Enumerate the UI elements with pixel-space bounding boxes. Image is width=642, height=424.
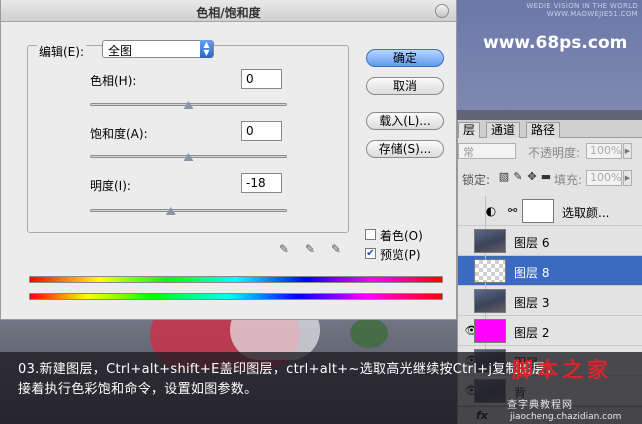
watermark-line-2: WWW.MAOWEJIE51.COM [546,10,638,18]
preview-label: 预览(P) [380,248,421,262]
lock-brush-icon[interactable]: ✎ [512,171,524,183]
layer-row-selected[interactable]: 图层 8 [458,256,642,286]
leaf [350,318,388,348]
opacity-input[interactable]: 100% [586,143,622,159]
eyedropper-plus-icon[interactable]: ✎ [303,242,317,256]
fill-input[interactable]: 100% [586,170,622,186]
close-icon[interactable] [435,4,449,18]
layer-name: 图层 8 [514,266,550,280]
layer-thumbnail [474,289,506,313]
layer-thumbnail [474,319,506,343]
edit-label: 编辑(E): [37,43,86,60]
eyedropper-icon[interactable]: ✎ [277,242,291,256]
load-button[interactable]: 载入(L)... [366,112,444,130]
lightness-slider-track [90,209,287,212]
layer-name: 图层 2 [514,326,550,340]
input-color-bar [29,276,443,283]
layer-row[interactable]: 👁 图层 2 [458,316,642,346]
eyedropper-minus-icon[interactable]: ✎ [329,242,343,256]
tab-layers[interactable]: 层 [458,122,481,138]
fill-label: 填充: [554,173,583,187]
link-icon: ⚯ [508,204,518,217]
brand-logo: 脚本之家 [512,357,612,382]
adjustment-group [27,45,349,233]
dialog-title: 色相/饱和度 [196,6,261,20]
fill-arrow-icon[interactable]: ▶ [623,170,632,186]
select-arrows-icon: ▲ ▼ [200,40,213,58]
opacity-arrow-icon[interactable]: ▶ [623,143,632,159]
preview-checkbox[interactable]: ✔ [365,248,376,259]
site-url: www.68ps.com [483,33,628,53]
tab-channels[interactable]: 通道 [486,122,521,138]
layer-thumbnail [474,259,506,283]
layer-row[interactable]: 图层 3 [458,286,642,316]
hue-slider[interactable] [90,101,287,109]
lock-label: 锁定: [462,173,491,187]
layer-mask-thumbnail [522,199,554,223]
lightness-slider[interactable] [90,207,287,215]
panel-tabs: 层 通道 路径 [458,120,642,138]
brand-subtitle: 查字典教程网 [507,400,573,411]
colorize-checkbox[interactable] [365,229,376,240]
edit-select-value: 全图 [108,44,133,58]
lightness-label: 明度(I): [90,179,131,193]
saturation-input[interactable]: 0 [241,121,282,141]
blend-mode-select[interactable]: 常 [458,143,516,159]
brand-url: jiaocheng.chazidian.com [510,412,622,422]
colorize-label: 着色(O) [380,229,423,243]
hue-label: 色相(H): [90,74,137,88]
layer-thumbnail [474,229,506,253]
tab-paths[interactable]: 路径 [526,122,561,138]
hue-input[interactable]: 0 [241,69,282,89]
edit-select[interactable]: 全图 ▲ ▼ [102,40,214,58]
opacity-label: 不透明度: [528,146,581,160]
ok-button[interactable]: 确定 [366,49,444,67]
layer-name: 图层 3 [514,296,550,310]
save-button[interactable]: 存储(S)... [366,140,444,158]
layer-name: 选取颜... [562,206,610,220]
saturation-label: 饱和度(A): [90,127,148,141]
output-color-bar [29,293,443,300]
saturation-slider[interactable] [90,153,287,161]
lightness-input[interactable]: -18 [241,173,282,193]
dialog-titlebar[interactable]: 色相/饱和度 [1,0,456,22]
lock-all-icon[interactable]: ▬ [540,171,552,183]
visibility-toggle[interactable] [458,196,486,226]
lock-transparent-icon[interactable]: ▧ [498,171,510,183]
layer-row[interactable]: 图层 6 [458,226,642,256]
hue-saturation-dialog: 色相/饱和度 编辑(E): 全图 ▲ ▼ 色相(H): 0 饱和度(A): 0 明… [0,0,457,320]
lock-move-icon[interactable]: ✥ [526,171,538,183]
adjustment-layer-icon: ◐ [485,204,497,218]
watermark-line-1: WEDIE VISION IN THE WORLD [526,2,638,10]
layer-name: 图层 6 [514,236,550,250]
top-watermark: WEDIE VISION IN THE WORLD WWW.MAOWEJIE51… [472,2,638,18]
layer-row[interactable]: ◐ ⚯ 选取颜... [458,196,642,226]
cancel-button[interactable]: 取消 [366,77,444,95]
